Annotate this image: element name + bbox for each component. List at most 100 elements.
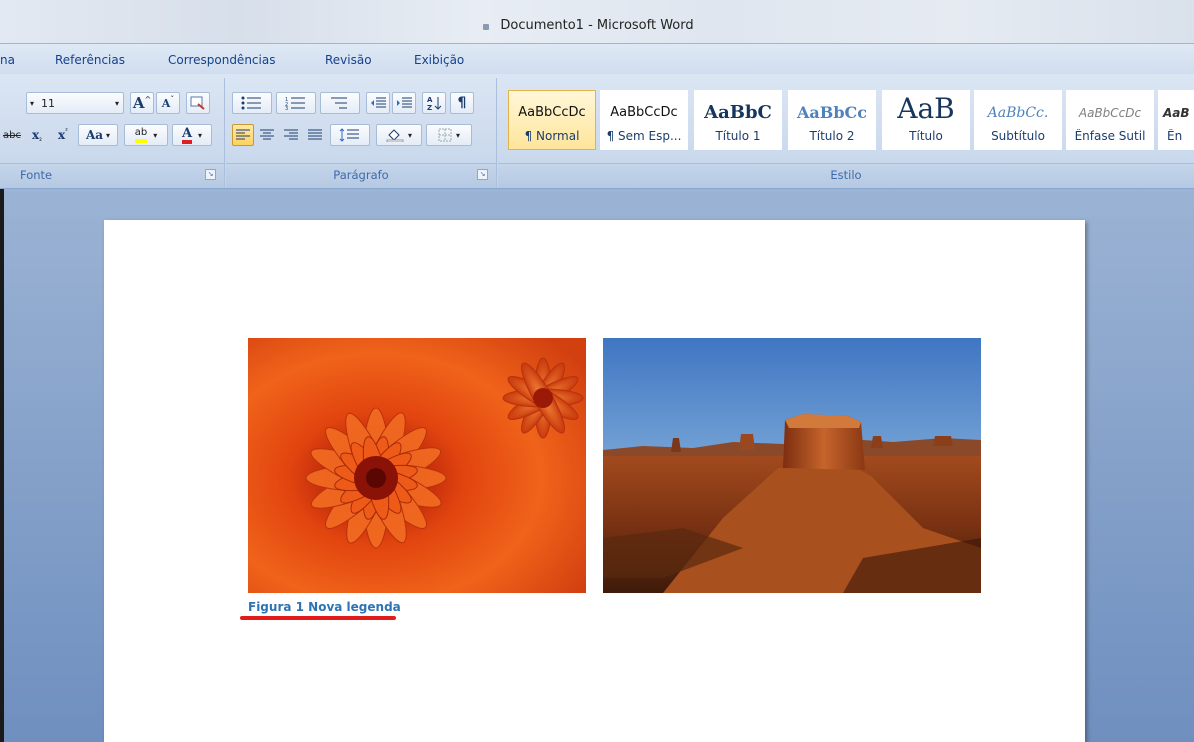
- borders-icon: [438, 128, 452, 142]
- style-sample: AaB: [897, 93, 955, 125]
- increase-indent-button[interactable]: [392, 92, 416, 114]
- style-name: Título 2: [809, 129, 855, 143]
- show-marks-button[interactable]: ¶: [450, 92, 474, 114]
- clear-formatting-button[interactable]: [186, 92, 210, 114]
- style-name: Título 1: [715, 129, 761, 143]
- decrease-indent-button[interactable]: [366, 92, 390, 114]
- line-spacing-button[interactable]: [330, 124, 370, 146]
- chrysanthemum-picture: [248, 338, 586, 593]
- down-caret-icon: ˇ: [170, 94, 175, 104]
- style-sample: AaBbCc.: [987, 105, 1049, 121]
- chevron-down-icon: ▾: [30, 98, 35, 108]
- font-size-value: 11: [41, 96, 55, 110]
- dialog-launcher-icon[interactable]: ↘: [477, 169, 488, 180]
- paint-bucket-icon: [386, 129, 404, 142]
- clear-formatting-icon: [190, 96, 205, 110]
- style-sample: AaBbC: [704, 102, 772, 123]
- styles-group-label: Estilo: [830, 168, 862, 182]
- align-center-icon: [260, 129, 274, 140]
- highlight-color-button[interactable]: ab ▾: [124, 124, 168, 146]
- style-sample: AaBbCcDc: [1078, 106, 1142, 120]
- chevron-down-icon: ▾: [407, 130, 412, 140]
- chevron-down-icon: ▾: [455, 130, 460, 140]
- font-color-button[interactable]: A ▾: [172, 124, 212, 146]
- style-name: Título: [909, 129, 943, 143]
- red-underline-annotation: [240, 616, 396, 620]
- flower-image[interactable]: [248, 338, 586, 593]
- style-name: ¶ Normal: [524, 129, 580, 143]
- svg-text:A: A: [427, 96, 433, 104]
- style-name: ¶ Sem Esp...: [606, 129, 682, 143]
- style-sample: AaBbCcDc: [610, 105, 678, 120]
- subscript-button[interactable]: x₂: [26, 124, 48, 146]
- tab-correspondencias[interactable]: Correspondências: [168, 53, 275, 67]
- style-name: Subtítulo: [991, 129, 1045, 143]
- change-case-button[interactable]: Aa ▾: [78, 124, 118, 146]
- styles-group-label-bar: Estilo: [498, 163, 1194, 188]
- title-bar: Documento1 - Microsoft Word: [0, 0, 1194, 44]
- multilevel-list-button[interactable]: [320, 92, 360, 114]
- chevron-down-icon: ▾: [153, 130, 158, 140]
- bullets-icon: [241, 96, 261, 110]
- numbering-button[interactable]: 123: [276, 92, 316, 114]
- justify-button[interactable]: [304, 124, 326, 146]
- style-titulo-2[interactable]: AaBbCc Título 2: [788, 90, 876, 150]
- styles-group: AaBbCcDc ¶ Normal AaBbCcDc ¶ Sem Esp... …: [498, 78, 1194, 188]
- align-left-icon: [236, 129, 250, 140]
- borders-button[interactable]: ▾: [426, 124, 472, 146]
- style-sample: AaBbCc: [797, 103, 867, 122]
- style-normal[interactable]: AaBbCcDc ¶ Normal: [508, 90, 596, 150]
- svg-text:3: 3: [285, 106, 288, 110]
- line-spacing-icon: [339, 128, 359, 142]
- ribbon: 11 ▾ ▾ A ^ Aˇ abc x₂ x² Aa ▾ ab ▾ A ▾ Font…: [0, 74, 1194, 189]
- numbering-icon: 123: [285, 97, 305, 110]
- style-titulo[interactable]: AaB Título: [882, 90, 970, 150]
- chevron-down-icon: ▾: [198, 130, 203, 140]
- justify-icon: [308, 129, 322, 140]
- font-group: 11 ▾ ▾ A ^ Aˇ abc x₂ x² Aa ▾ ab ▾ A ▾ Font…: [0, 78, 225, 188]
- tab-referencias[interactable]: Referências: [55, 53, 125, 67]
- figure-caption[interactable]: Figura 1 Nova legenda: [248, 600, 401, 614]
- align-right-button[interactable]: [280, 124, 302, 146]
- paragraph-group-label: Parágrafo: [333, 168, 389, 182]
- superscript-marker: ²: [65, 127, 68, 135]
- style-name: Ênfase Sutil: [1074, 129, 1146, 143]
- monument-valley-picture: [603, 338, 981, 593]
- style-titulo-1[interactable]: AaBbC Título 1: [694, 90, 782, 150]
- align-right-icon: [284, 129, 298, 140]
- shading-button[interactable]: ▾: [376, 124, 422, 146]
- style-sample: AaBbCcDc: [518, 105, 586, 120]
- dialog-launcher-icon[interactable]: ↘: [205, 169, 216, 180]
- decrease-indent-icon: [371, 97, 386, 108]
- align-center-button[interactable]: [256, 124, 278, 146]
- sort-icon: AZ: [427, 96, 442, 111]
- style-enfase-sutil[interactable]: AaBbCcDc Ênfase Sutil: [1066, 90, 1154, 150]
- grow-font-button[interactable]: A ^: [130, 92, 154, 114]
- multilevel-list-icon: [331, 97, 347, 109]
- tab-revisao[interactable]: Revisão: [325, 53, 372, 67]
- style-sample: AaB: [1163, 106, 1190, 120]
- strikethrough-button[interactable]: abc: [0, 124, 24, 146]
- increase-indent-icon: [397, 97, 412, 108]
- paragraph-group-label-bar: Parágrafo ↘: [226, 163, 496, 188]
- ribbon-tabs: na Referências Correspondências Revisão …: [0, 44, 1194, 74]
- chevron-down-icon: ▾: [106, 130, 111, 140]
- style-subtitulo[interactable]: AaBbCc. Subtítulo: [974, 90, 1062, 150]
- superscript-button[interactable]: x²: [52, 124, 74, 146]
- style-sem-espacamento[interactable]: AaBbCcDc ¶ Sem Esp...: [600, 90, 688, 150]
- window-title: Documento1 - Microsoft Word: [500, 18, 694, 33]
- tab-exibicao[interactable]: Exibição: [414, 53, 464, 67]
- paragraph-group: 123 AZ ¶ ▾ ▾ Parágrafo ↘: [226, 78, 497, 188]
- style-name: Ên: [1167, 129, 1183, 143]
- chevron-down-icon: ▾: [114, 98, 119, 108]
- bullets-button[interactable]: [232, 92, 272, 114]
- shrink-font-button[interactable]: Aˇ: [156, 92, 180, 114]
- font-size-select[interactable]: 11 ▾ ▾: [26, 92, 124, 114]
- style-enfase-partial[interactable]: AaB Ên: [1158, 90, 1194, 150]
- tab-inserir-partial[interactable]: na: [0, 53, 15, 67]
- sort-button[interactable]: AZ: [422, 92, 446, 114]
- font-group-label-bar: Fonte ↘: [0, 163, 224, 188]
- desert-image[interactable]: [603, 338, 981, 593]
- font-group-label: Fonte: [20, 168, 53, 182]
- align-left-button[interactable]: [232, 124, 254, 146]
